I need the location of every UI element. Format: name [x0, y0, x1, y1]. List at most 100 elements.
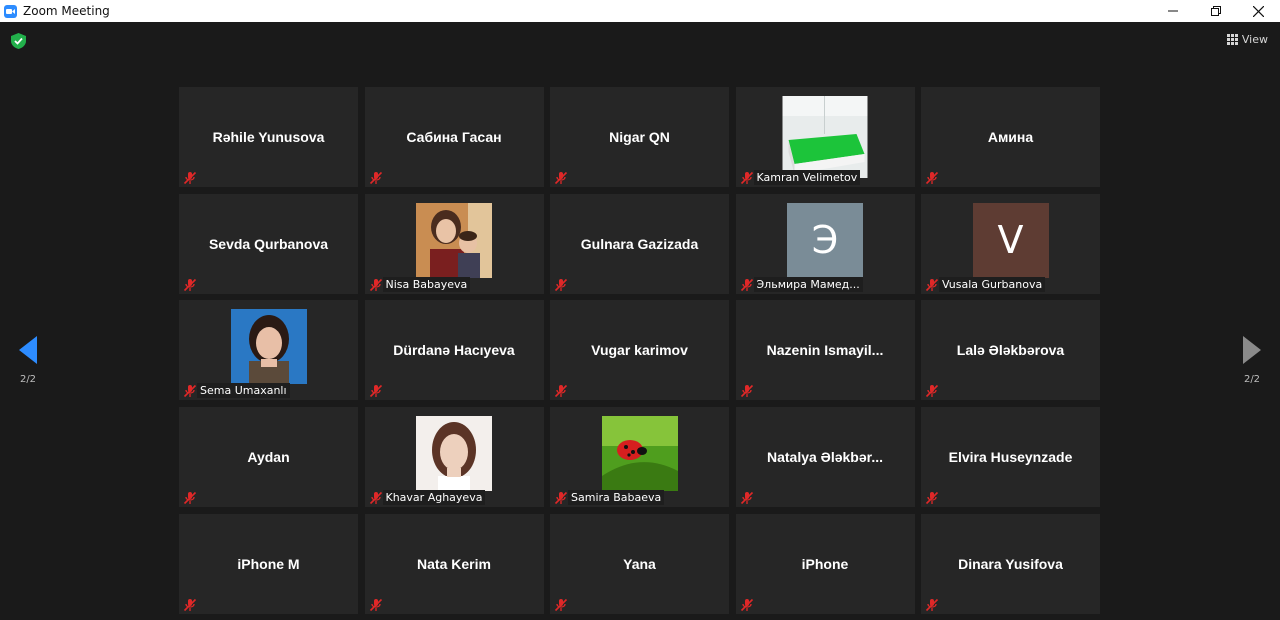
window-title: Zoom Meeting [23, 4, 110, 18]
muted-microphone-icon [369, 171, 383, 185]
participant-tile[interactable]: Nisa Babayeva [364, 193, 544, 294]
muted-microphone-icon [183, 278, 197, 292]
participant-name-label: Sema Umaxanlı [197, 383, 290, 399]
participant-tile[interactable]: Lalə Ələkbərova [921, 300, 1100, 401]
muted-microphone-icon [740, 384, 754, 398]
participant-name: Nazenin Ismayil... [766, 342, 884, 359]
zoom-app-icon [4, 4, 17, 18]
view-button-label: View [1241, 33, 1268, 46]
participant-tile[interactable]: Nazenin Ismayil... [735, 300, 915, 401]
muted-microphone-icon [740, 491, 754, 505]
muted-microphone-icon [183, 171, 197, 185]
participant-tile[interactable]: Vugar karimov [550, 300, 729, 401]
participant-name: Dürdanə Hacıyeva [393, 342, 515, 359]
close-button[interactable] [1237, 0, 1280, 22]
muted-microphone-icon [740, 171, 754, 185]
security-shield-icon[interactable] [11, 33, 26, 49]
muted-microphone-icon [369, 384, 383, 398]
muted-microphone-icon [925, 598, 939, 612]
participant-name: Gulnara Gazizada [580, 235, 699, 252]
muted-microphone-icon [369, 598, 383, 612]
participant-tile[interactable]: Kamran Velimetov [735, 87, 915, 187]
window-titlebar: Zoom Meeting [0, 0, 1280, 22]
participant-tile[interactable]: Sema Umaxanlı [179, 300, 358, 401]
participant-name: Aydan [247, 449, 290, 466]
muted-microphone-icon [925, 384, 939, 398]
participant-tile[interactable]: Dinara Yusifova [921, 513, 1100, 614]
muted-microphone-icon [183, 598, 197, 612]
minimize-button[interactable] [1151, 0, 1194, 22]
close-icon [1253, 5, 1264, 17]
participant-name: Амина [987, 129, 1034, 145]
window-controls [1151, 0, 1280, 22]
muted-microphone-icon [369, 278, 383, 292]
participant-name-label: Nisa Babayeva [382, 276, 471, 292]
participant-tile[interactable]: Aydan [179, 407, 358, 508]
arrow-left-icon [19, 336, 37, 364]
muted-microphone-icon [554, 598, 568, 612]
participant-video [601, 416, 678, 492]
muted-microphone-icon [554, 491, 568, 505]
muted-microphone-icon [925, 171, 939, 185]
muted-microphone-icon [740, 598, 754, 612]
participant-tile[interactable]: Амина [921, 87, 1100, 187]
muted-microphone-icon [183, 491, 197, 505]
participant-tile[interactable]: Khavar Aghayeva [364, 407, 544, 508]
participant-name: Sevda Qurbanova [208, 235, 329, 252]
previous-page-button[interactable]: 2/2 [14, 336, 42, 385]
participant-tile[interactable]: iPhone [735, 513, 915, 614]
muted-microphone-icon [740, 278, 754, 292]
participant-tile[interactable]: V Vusala Gurbanova [921, 193, 1100, 294]
participant-tile[interactable]: Nata Kerim [364, 513, 544, 614]
participant-tile[interactable]: Samira Babaeva [550, 407, 729, 508]
arrow-right-icon [1243, 336, 1261, 364]
participant-tile[interactable]: Сабина Гасан [364, 87, 544, 187]
participant-video [416, 202, 492, 278]
participant-tile[interactable]: iPhone M [179, 513, 358, 614]
participant-tile[interactable]: Natalya Ələkbər... [735, 407, 915, 508]
grid-view-icon [1226, 34, 1238, 45]
participant-name-label: Эльмира Мамед... [753, 276, 863, 292]
participant-name-label: Khavar Aghayeva [382, 490, 486, 506]
participant-name: iPhone M [237, 555, 300, 572]
participant-name-label: Vusala Gurbanova [939, 276, 1046, 292]
next-page-button[interactable]: 2/2 [1238, 336, 1266, 385]
avatar-letter: V [972, 202, 1049, 278]
participant-name: Natalya Ələkbər... [766, 449, 883, 466]
participant-name-label: Kamran Velimetov [753, 170, 861, 185]
participant-video [416, 416, 492, 492]
meeting-area: View 2/2 2/2 Rəhile Yunusova Сабина Гасан… [0, 22, 1280, 620]
participant-tile[interactable]: Э Эльмира Мамед... [735, 193, 915, 294]
participant-video [230, 309, 307, 385]
page-indicator-left: 2/2 [19, 374, 37, 385]
participant-tile[interactable]: Yana [550, 513, 729, 614]
participant-tile[interactable]: Sevda Qurbanova [179, 193, 358, 294]
participant-tile[interactable]: Rəhile Yunusova [179, 87, 358, 187]
muted-microphone-icon [925, 491, 939, 505]
minimize-icon [1167, 10, 1178, 12]
participant-video [782, 96, 868, 178]
page-indicator-right: 2/2 [1243, 374, 1261, 385]
participant-name: Сабина Гасан [406, 129, 502, 145]
participant-tile[interactable]: Dürdanə Hacıyeva [364, 300, 544, 401]
participant-name: Lalə Ələkbərova [956, 342, 1065, 359]
restore-button[interactable] [1194, 0, 1237, 22]
view-button[interactable]: View [1226, 33, 1268, 46]
participant-name-label: Samira Babaeva [568, 490, 665, 506]
participant-gallery: Rəhile Yunusova Сабина Гасан Nigar QN Kamra… [179, 87, 1102, 614]
muted-microphone-icon [554, 278, 568, 292]
muted-microphone-icon [369, 491, 383, 505]
participant-name: Yana [623, 555, 656, 572]
muted-microphone-icon [925, 278, 939, 292]
participant-name: Nigar QN [609, 129, 670, 145]
avatar-letter: Э [787, 202, 863, 278]
participant-name: Elvira Huseynzade [948, 449, 1073, 466]
participant-avatar: Э [787, 202, 863, 278]
muted-microphone-icon [183, 384, 197, 398]
participant-name: Nata Kerim [417, 555, 491, 572]
participant-tile[interactable]: Nigar QN [550, 87, 729, 187]
participant-tile[interactable]: Gulnara Gazizada [550, 193, 729, 294]
participant-tile[interactable]: Elvira Huseynzade [921, 407, 1100, 508]
muted-microphone-icon [554, 171, 568, 185]
participant-name: Dinara Yusifova [958, 555, 1063, 572]
